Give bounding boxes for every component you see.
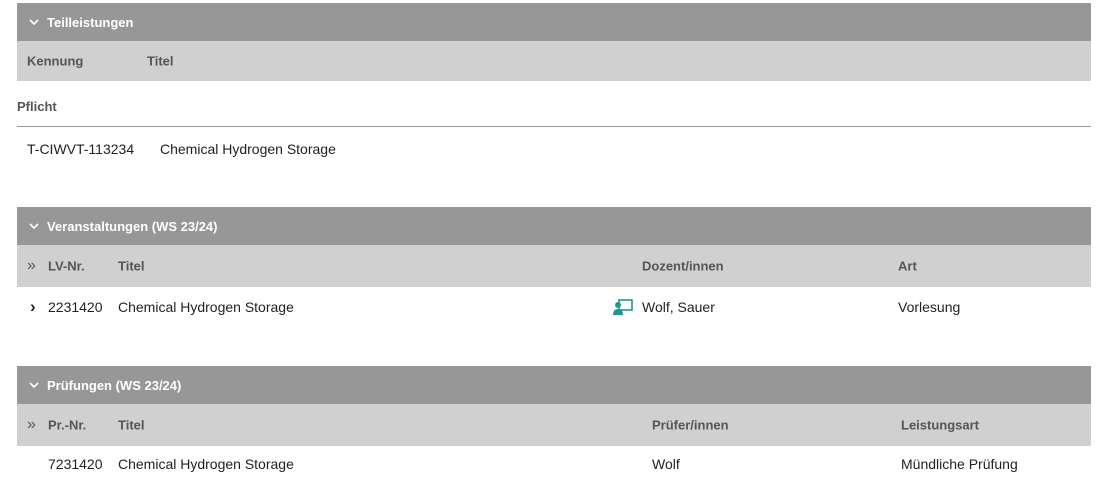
section-title: Prüfungen (WS 23/24): [47, 377, 182, 393]
column-pruefer[interactable]: Prüfer/innen: [652, 418, 729, 433]
cell-leistungsart: Mündliche Prüfung: [901, 456, 1018, 472]
chevron-down-icon: [29, 382, 39, 389]
group-label-text: Pflicht: [17, 99, 57, 114]
table-row[interactable]: 7231420 Chemical Hydrogen Storage Wolf M…: [17, 446, 1091, 482]
column-kennung[interactable]: Kennung: [27, 54, 83, 69]
table-row[interactable]: › 2231420 Chemical Hydrogen Storage Wolf…: [17, 287, 1091, 327]
teilleistungen-header[interactable]: Teilleistungen: [17, 3, 1091, 41]
column-header-row: Kennung Titel: [17, 41, 1091, 81]
section-title: Veranstaltungen (WS 23/24): [47, 218, 218, 234]
column-titel[interactable]: Titel: [118, 418, 145, 433]
cell-pr-nr[interactable]: 7231420: [48, 456, 103, 472]
cell-pruefer[interactable]: Wolf: [652, 456, 680, 472]
chevron-down-icon: [29, 19, 39, 26]
column-leistungsart[interactable]: Leistungsart: [901, 418, 979, 433]
column-titel[interactable]: Titel: [147, 54, 174, 69]
column-lv-nr[interactable]: LV-Nr.: [48, 259, 85, 274]
column-header-row: » Pr.-Nr. Titel Prüfer/innen Leistungsar…: [17, 404, 1091, 446]
group-label-pflicht: Pflicht: [17, 81, 1091, 127]
lecturer-icon[interactable]: [613, 299, 633, 315]
chevron-right-icon[interactable]: ›: [30, 297, 36, 317]
column-titel[interactable]: Titel: [118, 259, 145, 274]
expand-all-icon[interactable]: »: [27, 257, 36, 275]
column-header-row: » LV-Nr. Titel Dozent/innen Art: [17, 245, 1091, 287]
table-row[interactable]: T-CIWVT-113234 Chemical Hydrogen Storage: [17, 127, 1091, 171]
cell-art: Vorlesung: [898, 299, 961, 315]
cell-titel[interactable]: Chemical Hydrogen Storage: [160, 141, 336, 157]
veranstaltungen-header[interactable]: Veranstaltungen (WS 23/24): [17, 207, 1091, 245]
column-art[interactable]: Art: [898, 259, 917, 274]
cell-dozent[interactable]: Wolf, Sauer: [642, 299, 715, 315]
veranstaltungen-section: Veranstaltungen (WS 23/24) » LV-Nr. Tite…: [17, 207, 1091, 327]
cell-lv-nr[interactable]: 2231420: [48, 299, 103, 315]
column-pr-nr[interactable]: Pr.-Nr.: [48, 418, 86, 433]
column-dozent[interactable]: Dozent/innen: [642, 259, 724, 274]
teilleistungen-section: Teilleistungen Kennung Titel Pflicht T-C…: [17, 3, 1091, 171]
cell-titel[interactable]: Chemical Hydrogen Storage: [118, 456, 294, 472]
pruefungen-section: Prüfungen (WS 23/24) » Pr.-Nr. Titel Prü…: [17, 366, 1091, 482]
expand-all-icon[interactable]: »: [27, 416, 36, 434]
pruefungen-header[interactable]: Prüfungen (WS 23/24): [17, 366, 1091, 404]
section-title: Teilleistungen: [47, 14, 134, 30]
chevron-down-icon: [29, 223, 39, 230]
cell-kennung[interactable]: T-CIWVT-113234: [27, 141, 134, 157]
cell-titel[interactable]: Chemical Hydrogen Storage: [118, 299, 294, 315]
